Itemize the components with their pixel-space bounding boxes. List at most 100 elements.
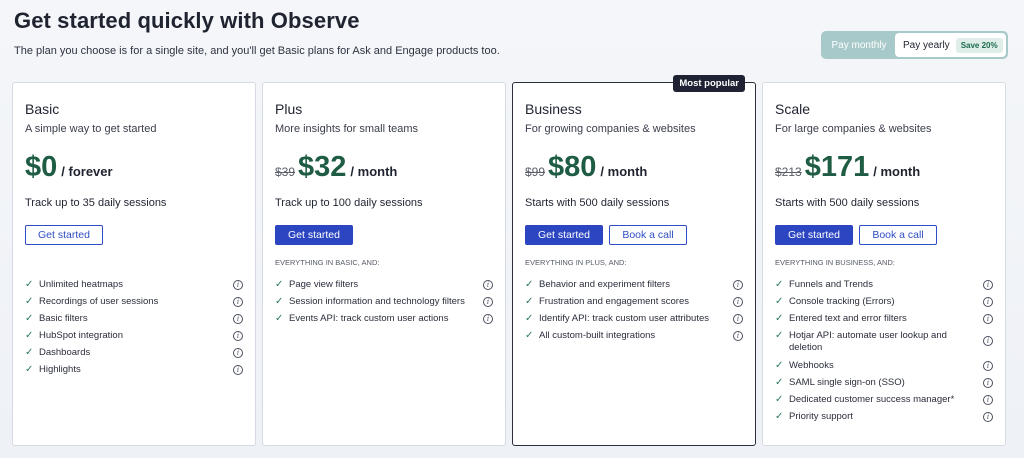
- info-icon[interactable]: i: [233, 280, 243, 290]
- info-icon[interactable]: i: [983, 336, 993, 346]
- feature-item: ✓ Dashboards i: [25, 347, 243, 364]
- feature-text: Dedicated customer success manager*: [789, 394, 955, 405]
- pay-yearly-option[interactable]: Pay yearly Save 20%: [895, 33, 1006, 57]
- plan-price: $171: [804, 151, 870, 183]
- feature-list: ✓ Funnels and Trends i ✓ Console tracking (…: [775, 279, 993, 428]
- feature-item: ✓ Funnels and Trends i: [775, 279, 993, 296]
- info-icon[interactable]: i: [983, 297, 993, 307]
- plan-name: Scale: [775, 101, 811, 117]
- plan-period: / month: [600, 164, 648, 179]
- feature-item: ✓ Session information and technology filt…: [275, 296, 493, 313]
- check-icon: ✓: [525, 279, 534, 290]
- pay-yearly-label: Pay yearly: [903, 39, 950, 51]
- info-icon[interactable]: i: [233, 365, 243, 375]
- info-icon[interactable]: i: [983, 314, 993, 324]
- old-price: $99: [525, 165, 546, 179]
- plan-name: Basic: [25, 101, 60, 117]
- feature-item: ✓ Basic filters i: [25, 313, 243, 330]
- info-icon[interactable]: i: [983, 395, 993, 405]
- check-icon: ✓: [775, 279, 784, 290]
- plan-description: For growing companies & websites: [525, 123, 696, 135]
- page-subtitle: The plan you choose is for a single site…: [14, 45, 500, 57]
- features-label: EVERYTHING IN BUSINESS, AND:: [775, 258, 895, 267]
- info-icon[interactable]: i: [233, 348, 243, 358]
- info-icon[interactable]: i: [233, 314, 243, 324]
- feature-item: ✓ Identify API: track custom user attribu…: [525, 313, 743, 330]
- check-icon: ✓: [775, 394, 784, 405]
- feature-text: Events API: track custom user actions: [289, 313, 449, 324]
- info-icon[interactable]: i: [983, 378, 993, 388]
- get-started-button[interactable]: Get started: [275, 225, 353, 245]
- feature-text: HubSpot integration: [39, 330, 123, 341]
- save-badge: Save 20%: [955, 37, 1003, 53]
- check-icon: ✓: [25, 330, 34, 341]
- feature-text: Session information and technology filte…: [289, 296, 465, 307]
- plan-period: / month: [873, 164, 921, 179]
- feature-text: All custom-built integrations: [539, 330, 656, 341]
- plan-period: / forever: [61, 164, 113, 179]
- check-icon: ✓: [775, 411, 784, 422]
- check-icon: ✓: [25, 279, 34, 290]
- price-row: $0 / forever: [25, 151, 243, 183]
- old-price: $213: [775, 165, 802, 179]
- price-row: $213 $171 / month: [775, 151, 993, 183]
- feature-text: SAML single sign-on (SSO): [789, 377, 905, 388]
- info-icon[interactable]: i: [483, 280, 493, 290]
- get-started-button[interactable]: Get started: [25, 225, 103, 245]
- feature-list: ✓ Unlimited heatmaps i ✓ Recordings of user…: [25, 279, 243, 381]
- feature-item: ✓ Hotjar API: automate user lookup and de…: [775, 330, 993, 360]
- plan-period: / month: [350, 164, 398, 179]
- plan-card-basic: Basic A simple way to get started $0 / f…: [12, 82, 256, 446]
- get-started-button[interactable]: Get started: [525, 225, 603, 245]
- check-icon: ✓: [25, 364, 34, 375]
- book-a-call-button[interactable]: Book a call: [859, 225, 937, 245]
- check-icon: ✓: [775, 313, 784, 324]
- check-icon: ✓: [775, 360, 784, 371]
- info-icon[interactable]: i: [233, 297, 243, 307]
- feature-text: Console tracking (Errors): [789, 296, 895, 307]
- check-icon: ✓: [775, 330, 784, 341]
- features-label: EVERYTHING IN BASIC, AND:: [275, 258, 380, 267]
- get-started-button[interactable]: Get started: [775, 225, 853, 245]
- plan-description: More insights for small teams: [275, 123, 419, 135]
- feature-item: ✓ Page view filters i: [275, 279, 493, 296]
- info-icon[interactable]: i: [733, 297, 743, 307]
- book-a-call-button[interactable]: Book a call: [609, 225, 687, 245]
- feature-text: Dashboards: [39, 347, 91, 358]
- plan-price: $0: [25, 151, 58, 183]
- feature-list: ✓ Page view filters i ✓ Session information…: [275, 279, 493, 330]
- feature-item: ✓ Events API: track custom user actions i: [275, 313, 493, 330]
- feature-item: ✓ SAML single sign-on (SSO) i: [775, 377, 993, 394]
- old-price: $39: [275, 165, 296, 179]
- check-icon: ✓: [25, 347, 34, 358]
- info-icon[interactable]: i: [983, 412, 993, 422]
- info-icon[interactable]: i: [983, 361, 993, 371]
- info-icon[interactable]: i: [483, 297, 493, 307]
- feature-item: ✓ Webhooks i: [775, 360, 993, 377]
- features-label: EVERYTHING IN PLUS, AND:: [525, 258, 627, 267]
- info-icon[interactable]: i: [733, 331, 743, 341]
- info-icon[interactable]: i: [483, 314, 493, 324]
- plan-sessions: Starts with 500 daily sessions: [525, 197, 670, 209]
- check-icon: ✓: [25, 296, 34, 307]
- check-icon: ✓: [775, 296, 784, 307]
- check-icon: ✓: [525, 313, 534, 324]
- info-icon[interactable]: i: [733, 314, 743, 324]
- billing-toggle[interactable]: Pay monthly Pay yearly Save 20%: [821, 31, 1008, 59]
- feature-item: ✓ Recordings of user sessions i: [25, 296, 243, 313]
- info-icon[interactable]: i: [733, 280, 743, 290]
- check-icon: ✓: [275, 296, 284, 307]
- feature-item: ✓ Priority support i: [775, 411, 993, 428]
- plan-price: $80: [548, 151, 597, 183]
- feature-text: Funnels and Trends: [789, 279, 873, 290]
- check-icon: ✓: [775, 377, 784, 388]
- feature-item: ✓ Entered text and error filters i: [775, 313, 993, 330]
- plan-card-plus: Plus More insights for small teams $39 $…: [262, 82, 506, 446]
- plan-name: Plus: [275, 101, 303, 117]
- info-icon[interactable]: i: [983, 280, 993, 290]
- most-popular-badge: Most popular: [673, 75, 745, 92]
- info-icon[interactable]: i: [233, 331, 243, 341]
- pay-monthly-option[interactable]: Pay monthly: [823, 40, 895, 51]
- feature-text: Highlights: [39, 364, 81, 375]
- feature-text: Recordings of user sessions: [39, 296, 159, 307]
